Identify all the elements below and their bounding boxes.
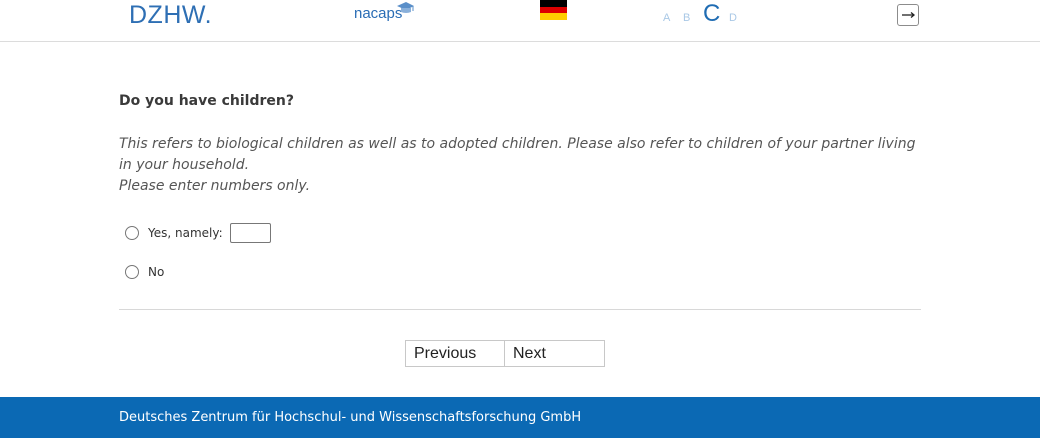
font-size-d[interactable]: D [729,12,737,24]
logout-button[interactable] [897,4,919,26]
flag-stripe-red [540,6,567,14]
footer: Deutsches Zentrum für Hochschul- und Wis… [0,397,1040,438]
previous-button[interactable]: Previous [405,340,505,367]
radio-yes[interactable] [125,226,139,240]
question-title: Do you have children? [119,93,294,109]
children-count-input[interactable] [229,223,271,243]
radio-no[interactable] [125,265,139,279]
next-button[interactable]: Next [505,340,605,367]
flag-stripe-black [540,0,567,7]
navigation-buttons: Previous Next [405,340,605,367]
font-size-a[interactable]: A [663,12,670,24]
font-size-c[interactable]: C [703,2,720,26]
option-no-label: No [148,265,165,279]
logout-arrow-icon [902,12,916,18]
flag-stripe-gold [540,13,567,20]
footer-text: Deutsches Zentrum für Hochschul- und Wis… [119,410,582,425]
help-line-2: Please enter numbers only. [119,178,311,194]
option-yes-label: Yes, namely: [148,226,223,240]
question-help-text: This refers to biological children as we… [119,134,921,197]
german-flag-icon[interactable] [540,0,567,20]
option-no[interactable]: No [125,265,164,279]
graduation-cap-icon [397,2,414,13]
option-yes[interactable]: Yes, namely: [125,223,271,243]
divider [119,309,921,310]
header: DZHW. nacaps A B C D [0,0,1040,42]
font-size-b[interactable]: B [683,12,690,24]
dzhw-logo: DZHW. [129,1,213,29]
help-line-1: This refers to biological children as we… [119,136,916,173]
